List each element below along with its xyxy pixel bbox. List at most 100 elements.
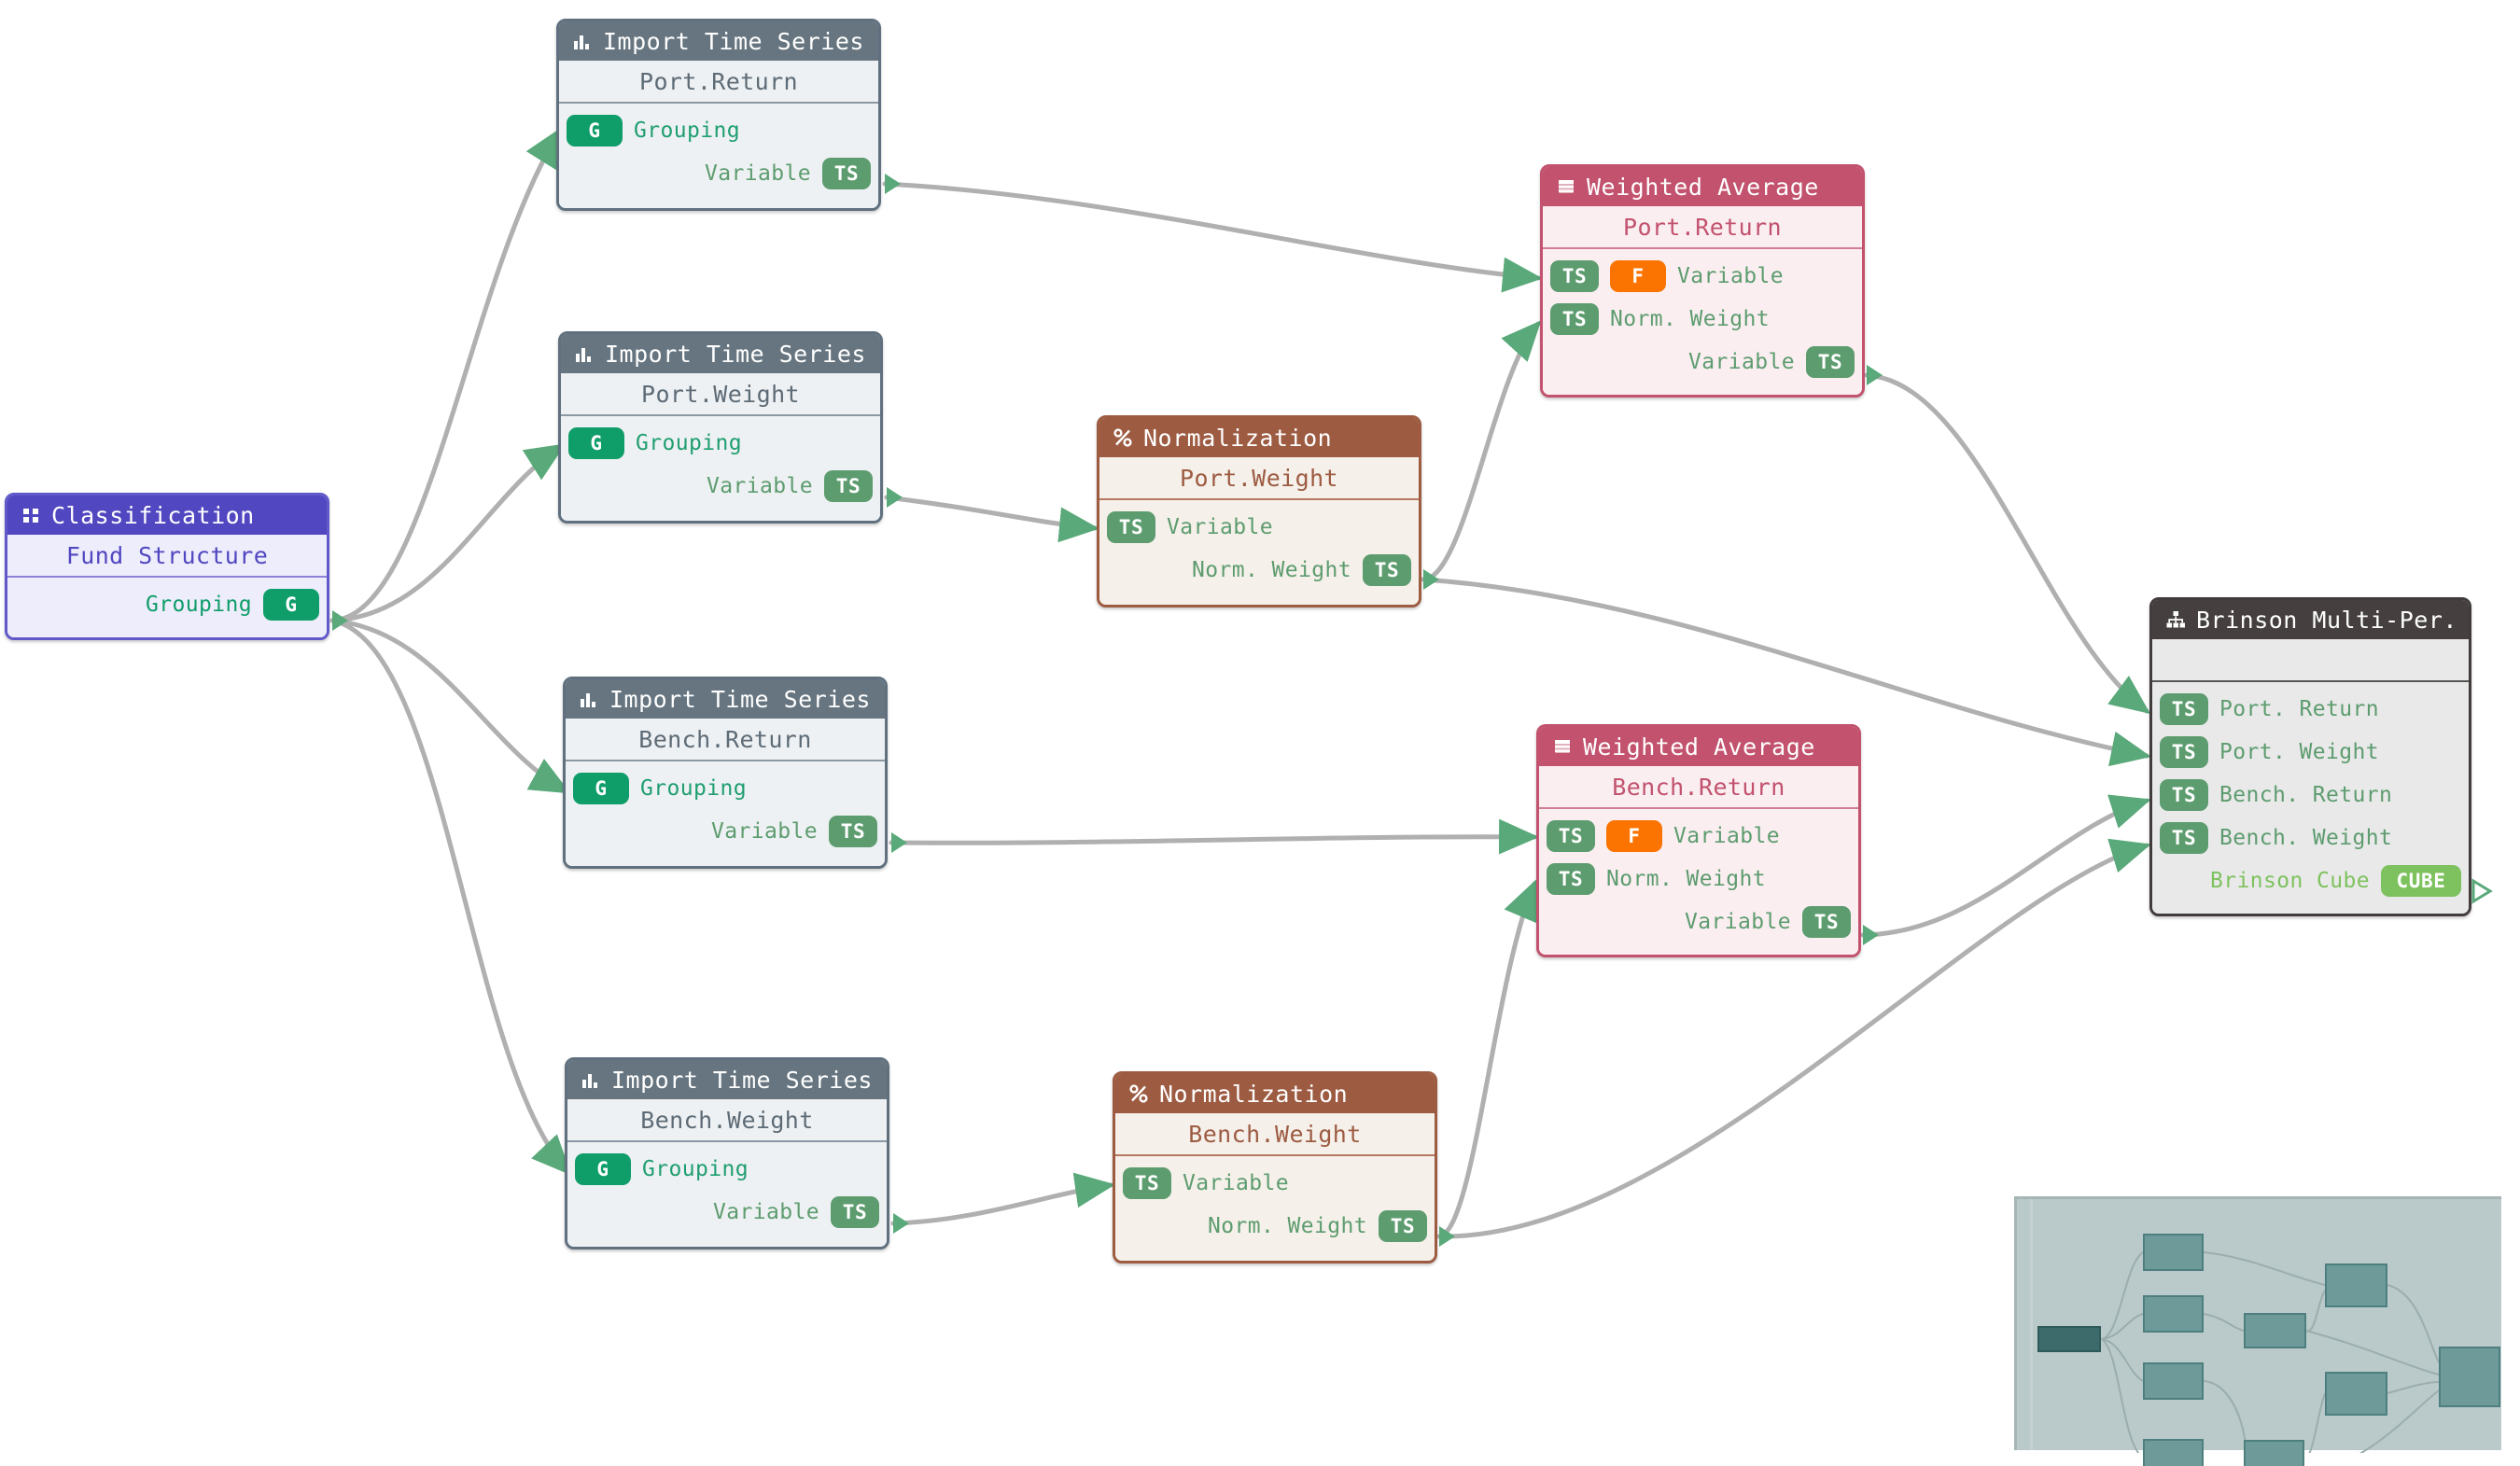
port-badge-ts[interactable]: TS bbox=[1550, 303, 1599, 335]
graph-edge[interactable] bbox=[329, 126, 563, 623]
input-port-row[interactable]: TS Bench. Weight bbox=[2152, 817, 2469, 859]
node-classification[interactable]: Classification Fund Structure Grouping G bbox=[5, 493, 329, 640]
output-port-row[interactable]: Variable TS bbox=[566, 810, 885, 853]
graph-canvas[interactable]: Classification Fund Structure Grouping G Imp… bbox=[0, 0, 2520, 1466]
port-label: Variable bbox=[1673, 824, 1780, 848]
node-header-brinson-multi-per[interactable]: Brinson Multi-Per. bbox=[2152, 600, 2469, 639]
graph-edge[interactable] bbox=[1860, 794, 2151, 938]
graph-edge[interactable] bbox=[882, 181, 1543, 293]
node-title: Import Time Series bbox=[605, 340, 866, 368]
port-badge-g[interactable]: G bbox=[575, 1153, 631, 1185]
node-weighted-average-bench-return[interactable]: Weighted Average Bench.Return TS F Variable T… bbox=[1536, 724, 1861, 957]
node-import-port-weight[interactable]: Import Time Series Port.Weight G Grouping Va… bbox=[558, 331, 883, 524]
output-port-row[interactable]: Variable TS bbox=[559, 152, 878, 195]
graph-edge[interactable] bbox=[1421, 320, 1542, 582]
port-badge-ts[interactable]: TS bbox=[2160, 822, 2208, 854]
port-badge-ts[interactable]: TS bbox=[1107, 511, 1155, 543]
graph-edge[interactable] bbox=[1864, 372, 2151, 714]
percent-icon bbox=[1128, 1083, 1149, 1104]
input-port-row[interactable]: TS Port. Return bbox=[2152, 688, 2469, 731]
node-header-weighted-average-bench-return[interactable]: Weighted Average bbox=[1539, 727, 1858, 766]
port-badge-ts[interactable]: TS bbox=[2160, 693, 2208, 725]
port-badge-ts[interactable]: TS bbox=[829, 816, 877, 847]
port-badge-ts[interactable]: TS bbox=[1363, 554, 1411, 586]
node-normalization-port-weight[interactable]: Normalization Port.Weight TS Variable Norm. … bbox=[1097, 415, 1421, 607]
port-label: Variable bbox=[1685, 910, 1791, 934]
graph-edge[interactable] bbox=[329, 443, 567, 623]
graph-edge[interactable] bbox=[329, 618, 571, 794]
port-badge-f[interactable]: F bbox=[1610, 260, 1666, 292]
output-port-row[interactable]: Norm. Weight TS bbox=[1099, 549, 1419, 592]
input-port-row[interactable]: TS F Variable bbox=[1539, 815, 1858, 858]
input-port-row[interactable]: TS Norm. Weight bbox=[1539, 858, 1858, 901]
minimap[interactable] bbox=[2014, 1196, 2501, 1466]
minimap-edge bbox=[2203, 1251, 2326, 1286]
minimap-node bbox=[2143, 1234, 2204, 1271]
output-port-row[interactable]: Variable TS bbox=[561, 465, 880, 508]
graph-edge[interactable] bbox=[890, 1172, 1115, 1226]
input-port-row[interactable]: G Grouping bbox=[559, 109, 878, 152]
node-normalization-bench-weight[interactable]: Normalization Bench.Weight TS Variable Norm.… bbox=[1113, 1071, 1437, 1264]
node-weighted-average-port-return[interactable]: Weighted Average Port.Return TS F Variable TS… bbox=[1540, 164, 1865, 398]
port-badge-ts[interactable]: TS bbox=[1802, 906, 1851, 938]
output-port-row[interactable]: Variable TS bbox=[567, 1191, 887, 1234]
node-brinson-multi-per[interactable]: Brinson Multi-Per. TS Port. Return TS Port. … bbox=[2149, 597, 2471, 916]
port-badge-g[interactable]: G bbox=[573, 773, 629, 804]
port-badge-ts[interactable]: TS bbox=[824, 470, 873, 502]
percent-icon bbox=[1113, 427, 1133, 448]
output-port-row[interactable]: Variable TS bbox=[1539, 901, 1858, 943]
input-port-row[interactable]: TS Variable bbox=[1115, 1162, 1435, 1205]
output-port-row[interactable]: Norm. Weight TS bbox=[1115, 1205, 1435, 1248]
node-header-import-bench-weight[interactable]: Import Time Series bbox=[567, 1060, 887, 1099]
port-badge-cube[interactable]: CUBE bbox=[2381, 865, 2461, 897]
port-badge-f[interactable]: F bbox=[1606, 820, 1662, 852]
minimap-edge bbox=[2305, 1330, 2440, 1375]
bar-chart-icon bbox=[579, 689, 599, 709]
port-badge-ts[interactable]: TS bbox=[2160, 779, 2208, 811]
input-port-row[interactable]: G Grouping bbox=[561, 422, 880, 465]
input-port-row[interactable]: G Grouping bbox=[567, 1148, 887, 1191]
port-badge-ts[interactable]: TS bbox=[822, 158, 871, 189]
node-import-bench-weight[interactable]: Import Time Series Bench.Weight G Grouping V… bbox=[565, 1057, 889, 1250]
bar-chart-icon bbox=[574, 343, 595, 364]
output-port-row[interactable]: Brinson Cube CUBE bbox=[2152, 859, 2469, 902]
node-header-import-port-return[interactable]: Import Time Series bbox=[559, 21, 878, 61]
minimap-node bbox=[2325, 1372, 2387, 1416]
input-port-row[interactable]: G Grouping bbox=[566, 767, 885, 810]
port-badge-ts[interactable]: TS bbox=[1547, 820, 1595, 852]
port-badge-ts[interactable]: TS bbox=[1547, 863, 1595, 895]
port-badge-ts[interactable]: TS bbox=[1123, 1167, 1171, 1199]
node-header-import-bench-return[interactable]: Import Time Series bbox=[566, 679, 885, 719]
output-port-row[interactable]: Variable TS bbox=[1543, 341, 1862, 384]
input-port-row[interactable]: TS Norm. Weight bbox=[1543, 298, 1862, 341]
node-header-weighted-average-port-return[interactable]: Weighted Average bbox=[1543, 167, 1862, 206]
output-port-row[interactable]: Grouping G bbox=[7, 583, 327, 626]
graph-edge[interactable] bbox=[884, 495, 1099, 543]
output-port-arrow bbox=[1863, 925, 1879, 945]
port-label: Variable bbox=[705, 161, 811, 186]
input-port-row[interactable]: TS Bench. Return bbox=[2152, 774, 2469, 817]
port-badge-ts[interactable]: TS bbox=[1550, 260, 1599, 292]
input-port-row[interactable]: TS Port. Weight bbox=[2152, 731, 2469, 774]
node-header-classification[interactable]: Classification bbox=[7, 496, 327, 535]
port-badge-ts[interactable]: TS bbox=[1806, 346, 1855, 378]
input-port-row[interactable]: TS F Variable bbox=[1543, 255, 1862, 298]
graph-edge[interactable] bbox=[889, 818, 1539, 855]
node-import-port-return[interactable]: Import Time Series Port.Return G Grouping Va… bbox=[556, 19, 881, 211]
input-port-row[interactable]: TS Variable bbox=[1099, 506, 1419, 549]
port-badge-ts[interactable]: TS bbox=[831, 1196, 879, 1228]
node-ports: Grouping G bbox=[7, 578, 327, 637]
table-icon bbox=[1556, 176, 1576, 197]
node-header-import-port-weight[interactable]: Import Time Series bbox=[561, 334, 880, 373]
port-badge-g[interactable]: G bbox=[568, 427, 624, 459]
graph-edge[interactable] bbox=[329, 618, 572, 1176]
port-badge-g[interactable]: G bbox=[567, 115, 623, 147]
node-import-bench-return[interactable]: Import Time Series Bench.Return G Grouping V… bbox=[563, 677, 888, 869]
port-label: Port. Weight bbox=[2219, 740, 2379, 764]
port-badge-ts[interactable]: TS bbox=[2160, 736, 2208, 768]
port-badge-ts[interactable]: TS bbox=[1379, 1210, 1427, 1242]
graph-edge[interactable] bbox=[1436, 879, 1537, 1239]
node-header-normalization-port-weight[interactable]: Normalization bbox=[1099, 418, 1419, 457]
node-header-normalization-bench-weight[interactable]: Normalization bbox=[1115, 1074, 1435, 1113]
port-badge-g[interactable]: G bbox=[263, 589, 319, 621]
